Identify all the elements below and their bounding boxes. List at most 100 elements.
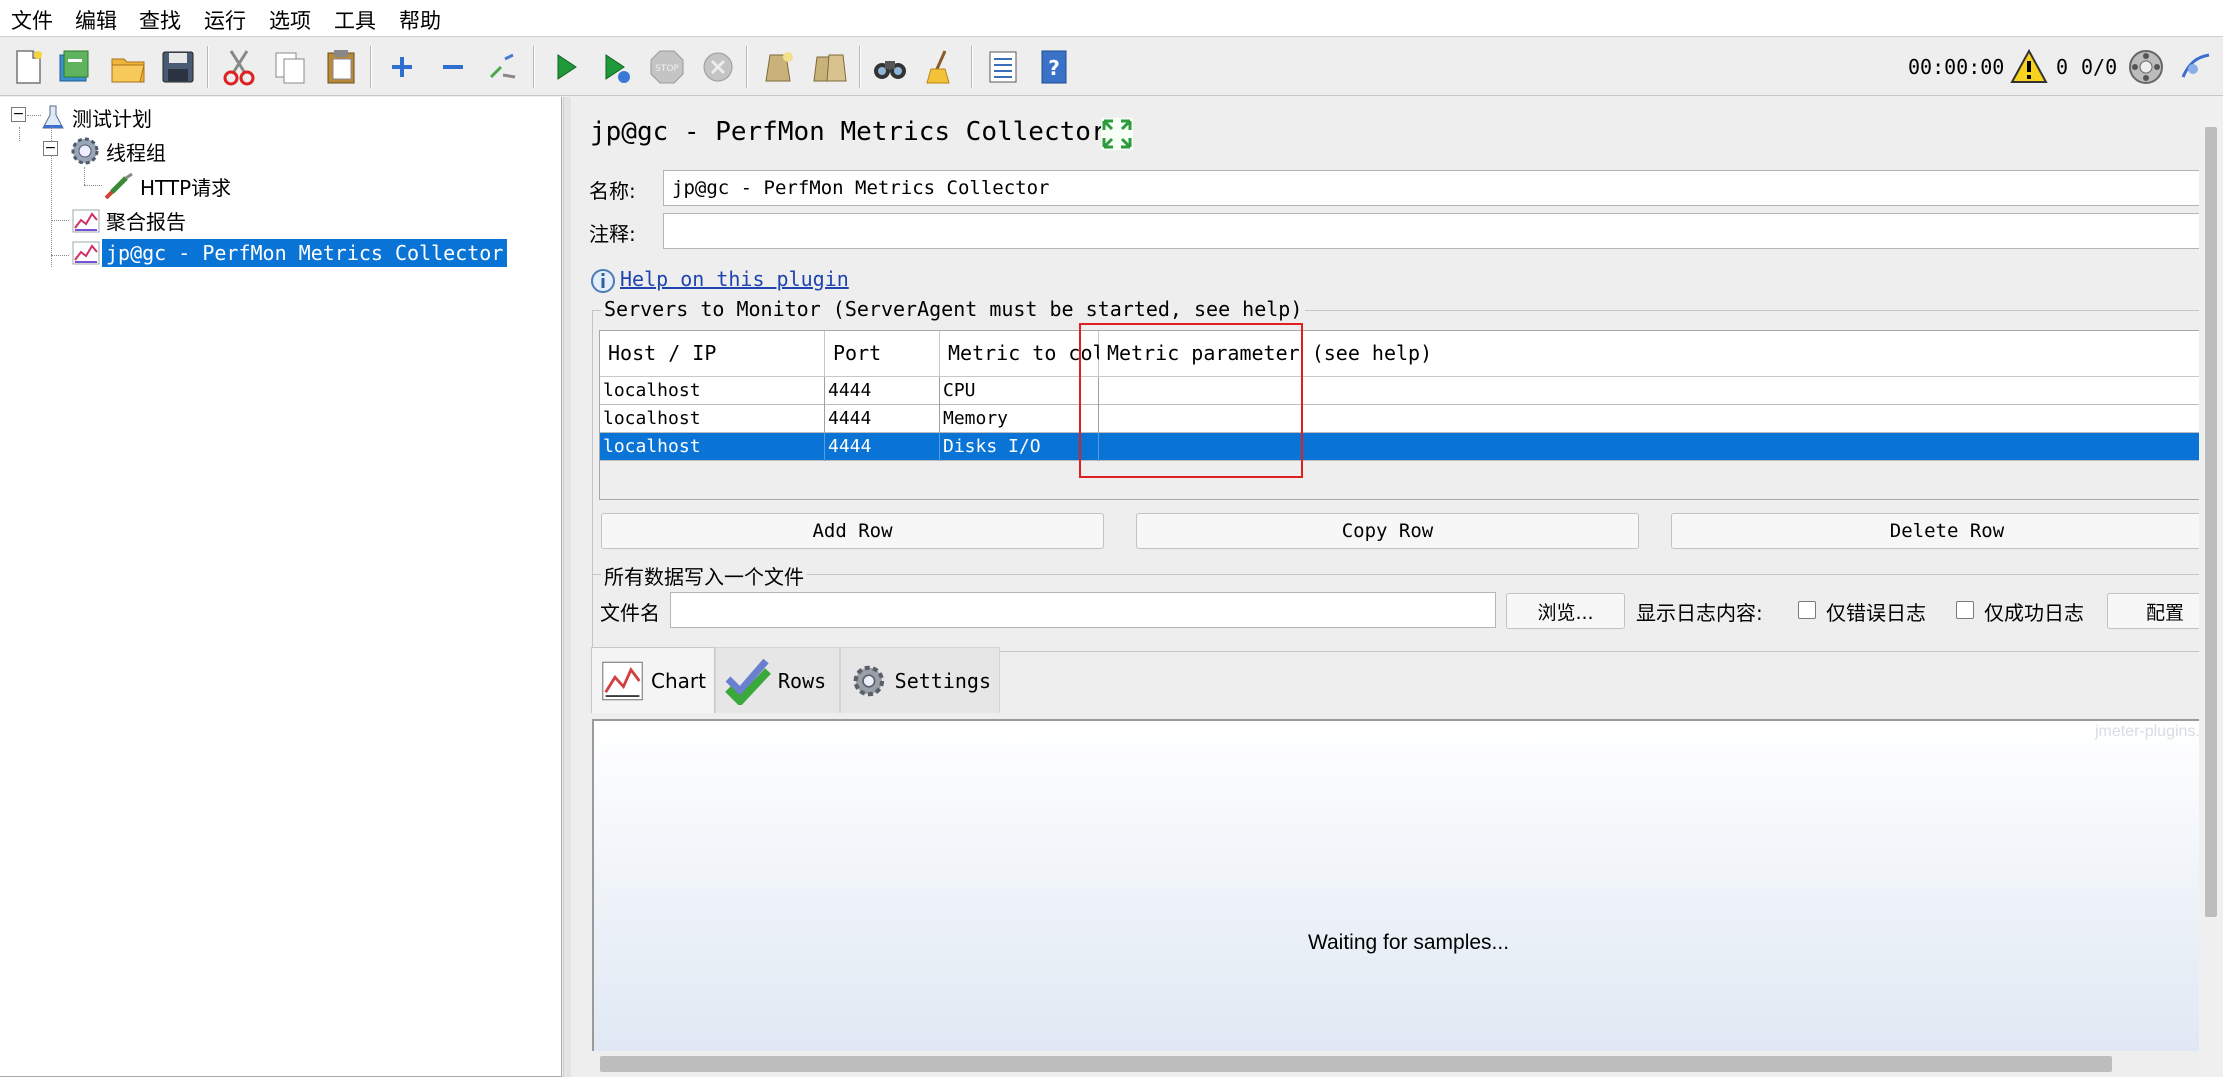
tab-rows[interactable]: Rows (715, 647, 840, 713)
menu-run[interactable]: 运行 (204, 5, 246, 35)
help-icon[interactable]: ? (1031, 45, 1075, 89)
tree-node-label: jp@gc - PerfMon Metrics Collector (102, 239, 508, 267)
cell-host[interactable]: localhost (600, 405, 825, 433)
toolbar-separator (971, 46, 973, 88)
horizontal-scrollbar-thumb[interactable] (600, 1056, 2112, 1072)
column-header-port[interactable]: Port (825, 331, 940, 377)
delete-row-button[interactable]: Delete Row (1671, 513, 2223, 549)
listener-graph-icon (72, 241, 100, 265)
start-icon[interactable] (544, 45, 588, 89)
menu-file[interactable]: 文件 (11, 5, 53, 35)
comment-field[interactable] (663, 213, 2223, 249)
table-row[interactable]: localhost 4444 CPU (600, 377, 2222, 405)
templates-icon[interactable] (52, 45, 96, 89)
success-only-label: 仅成功日志 (1984, 601, 2084, 625)
chart-tab-icon (602, 661, 643, 700)
tree-node-label: 聚合报告 (106, 210, 186, 234)
clear-icon[interactable] (756, 45, 800, 89)
log-content-label: 显示日志内容: (1636, 601, 1763, 625)
toolbar-separator (533, 46, 535, 88)
cell-port[interactable]: 4444 (825, 377, 940, 405)
log-viewer-icon[interactable] (2173, 45, 2217, 89)
menu-help[interactable]: 帮助 (399, 5, 441, 35)
elapsed-timer: 00:00:00 (1908, 55, 2005, 79)
settings-gear-icon (853, 665, 885, 696)
tree-node-label: HTTP请求 (140, 176, 232, 200)
remote-status-icon (2124, 45, 2168, 89)
cell-port[interactable]: 4444 (825, 433, 940, 461)
toggle-icon[interactable] (481, 45, 525, 89)
table-row[interactable]: localhost 4444 Disks I/O (600, 433, 2222, 461)
menu-bar: 文件 编辑 查找 运行 选项 工具 帮助 (0, 0, 2223, 37)
vertical-scrollbar-thumb[interactable] (2205, 127, 2217, 917)
stop-icon[interactable]: STOP (645, 45, 689, 89)
tree-node-aggregate-report[interactable]: 聚合报告 (70, 204, 190, 237)
browse-button[interactable]: 浏览... (1506, 593, 1625, 629)
metric-column-highlight (1079, 323, 1303, 478)
tab-label: Settings (894, 668, 991, 693)
cell-port[interactable]: 4444 (825, 405, 940, 433)
new-icon[interactable] (6, 45, 50, 89)
open-icon[interactable] (106, 45, 150, 89)
menu-tools[interactable]: 工具 (334, 5, 376, 35)
copy-row-button[interactable]: Copy Row (1136, 513, 1639, 549)
cell-host[interactable]: localhost (600, 433, 825, 461)
test-plan-icon (42, 105, 64, 128)
cell-metric[interactable]: Memory (940, 405, 1099, 433)
tree-node-test-plan[interactable]: 测试计划 (38, 101, 156, 134)
cell-host[interactable]: localhost (600, 377, 825, 405)
warning-icon[interactable] (2007, 45, 2051, 89)
svg-text:STOP: STOP (655, 64, 679, 74)
clear-all-icon[interactable] (807, 45, 851, 89)
expand-all-icon[interactable] (380, 45, 424, 89)
errors-only-checkbox[interactable] (1798, 601, 1816, 619)
menu-search[interactable]: 查找 (139, 5, 181, 35)
success-only-checkbox[interactable] (1956, 601, 1974, 619)
tree-node-thread-group[interactable]: 线程组 (68, 134, 170, 168)
filename-input[interactable] (670, 592, 1496, 628)
search-icon[interactable] (868, 45, 912, 89)
tree-node-perfmon-collector[interactable]: jp@gc - PerfMon Metrics Collector (70, 238, 508, 268)
name-field[interactable]: jp@gc - PerfMon Metrics Collector (663, 170, 2223, 206)
toolbar-separator (746, 46, 748, 88)
comment-label: 注释: (589, 222, 636, 246)
add-row-button[interactable]: Add Row (601, 513, 1104, 549)
vertical-scrollbar[interactable] (2199, 97, 2223, 1077)
collapse-toggle[interactable]: − (11, 107, 26, 122)
panel-title: jp@gc - PerfMon Metrics Collector (590, 117, 1107, 147)
menu-edit[interactable]: 编辑 (75, 5, 117, 35)
filename-label: 文件名 (600, 601, 660, 625)
collapse-all-icon[interactable] (431, 45, 475, 89)
copy-icon[interactable] (268, 45, 312, 89)
file-group-title: 所有数据写入一个文件 (601, 561, 807, 590)
name-label: 名称: (589, 179, 636, 203)
save-icon[interactable] (156, 45, 200, 89)
reset-search-icon[interactable] (919, 45, 963, 89)
paste-icon[interactable] (319, 45, 363, 89)
tab-chart[interactable]: Chart (591, 647, 715, 713)
cell-metric[interactable]: CPU (940, 377, 1099, 405)
cell-metric[interactable]: Disks I/O (940, 433, 1099, 461)
tab-label: Chart (651, 668, 706, 693)
cut-icon[interactable] (217, 45, 261, 89)
table-row[interactable]: localhost 4444 Memory (600, 405, 2222, 433)
tree-node-label: 测试计划 (72, 107, 152, 131)
test-plan-tree: − 测试计划 − 线程组 HTTP请求 聚合报告 jp@gc - PerfMon… (0, 97, 562, 1077)
column-header-host[interactable]: Host / IP (600, 331, 825, 377)
tab-settings[interactable]: Settings (840, 647, 1000, 713)
function-helper-icon[interactable] (980, 45, 1024, 89)
start-no-pauses-icon[interactable] (594, 45, 638, 89)
svg-text:?: ? (1048, 56, 1060, 80)
http-sampler-icon (104, 172, 133, 199)
servers-table: Host / IP Port Metric to collect Metric … (599, 330, 2223, 500)
fullscreen-expand-icon[interactable] (1100, 117, 1134, 151)
collapse-toggle[interactable]: − (43, 141, 58, 156)
tree-node-http-request[interactable]: HTTP请求 (102, 170, 235, 203)
shutdown-icon[interactable] (696, 45, 740, 89)
split-pane-divider[interactable] (563, 97, 571, 1077)
menu-options[interactable]: 选项 (269, 5, 311, 35)
toolbar-separator (859, 46, 861, 88)
column-header-metric[interactable]: Metric to collect (940, 331, 1153, 377)
horizontal-scrollbar[interactable] (592, 1051, 2223, 1077)
help-link[interactable]: Help on this plugin (620, 267, 849, 291)
